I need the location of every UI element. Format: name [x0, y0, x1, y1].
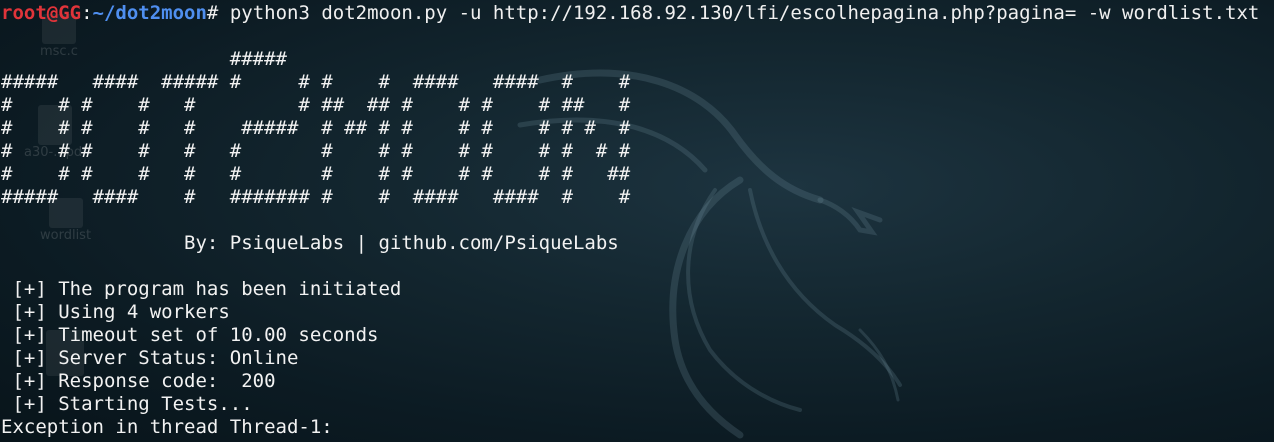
output-line: Exception in thread Thread-1: — [1, 416, 333, 438]
banner-line: # # # # # # # # # # # # # ## — [1, 163, 631, 185]
output-line: [+] Timeout set of 10.00 seconds — [1, 324, 379, 346]
banner-line: # # # # # # # # # # # # # # # — [1, 140, 631, 162]
output-line: [+] Server Status: Online — [1, 347, 299, 369]
prompt-separator: : — [81, 2, 93, 24]
output-line: [+] The program has been initiated — [1, 278, 402, 300]
banner-line: # # # # # ##### # ## # # # # # # # # — [1, 117, 631, 139]
banner-line: ##### — [1, 48, 287, 70]
banner-line: # # # # # # ## ## # # # # ## # — [1, 94, 631, 116]
prompt-symbol: # — [206, 2, 219, 24]
output-line: [+] Using 4 workers — [1, 301, 230, 323]
command-text: python3 dot2moon.py -u http://192.168.92… — [218, 2, 1260, 24]
prompt-path: ~/dot2moon — [92, 2, 207, 24]
banner-line: ##### #### ##### # # # # #### #### # # — [1, 71, 631, 93]
prompt-user-host: root@GG — [1, 2, 82, 24]
banner-line: ##### #### # ####### # # #### #### # # — [1, 186, 631, 208]
output-line: [+] Response code: 200 — [1, 370, 276, 392]
terminal-window[interactable]: msc.c a30-...pdf wordlist root@GG:~/dot2… — [0, 0, 1274, 442]
credit-line: By: PsiqueLabs | github.com/PsiqueLabs — [1, 232, 619, 254]
output-line: [+] Starting Tests... — [1, 393, 253, 415]
command-prompt-line[interactable]: root@GG:~/dot2moon# python3 dot2moon.py … — [1, 2, 1259, 25]
